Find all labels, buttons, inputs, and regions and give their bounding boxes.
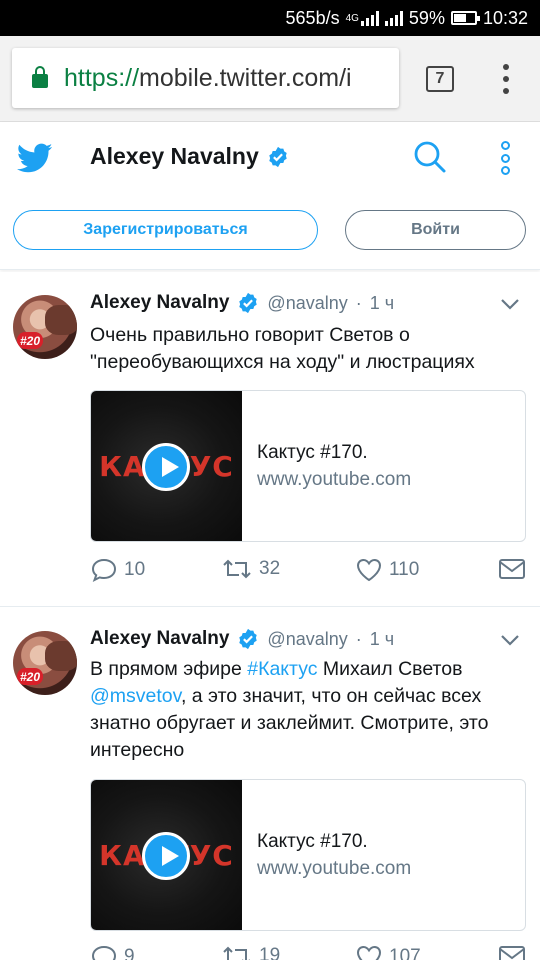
app-root: 565b/s 4G 59% 10:32 https:// mobile.twit…	[0, 0, 540, 960]
battery-percent: 59%	[408, 7, 445, 28]
tweet-actions: 9 19 107	[90, 944, 526, 960]
tweet-text: В прямом эфире #Кактус Михаил Светов @ms…	[90, 656, 520, 764]
battery-icon	[450, 11, 480, 25]
share-button[interactable]	[498, 944, 526, 960]
network-speed: 565b/s	[285, 7, 340, 28]
like-button[interactable]: 107	[355, 944, 421, 960]
signup-button[interactable]: Зарегистрироваться	[13, 210, 318, 250]
tweet-author[interactable]: Alexey Navalny	[90, 292, 229, 314]
reply-count: 9	[124, 946, 135, 960]
tab-switcher-button[interactable]: 7	[426, 66, 454, 92]
card-url: www.youtube.com	[257, 858, 412, 879]
clock: 10:32	[482, 7, 528, 28]
avatar-badge: #20	[17, 332, 43, 349]
tweet-header: Alexey Navalny @navalny · 1 ч	[90, 628, 394, 650]
share-mail-icon	[499, 559, 525, 579]
tweet-separator: ·	[355, 292, 362, 313]
search-icon[interactable]	[413, 140, 447, 174]
caret-down-icon[interactable]	[500, 633, 520, 647]
tweet-time[interactable]: 1 ч	[370, 293, 394, 314]
tweet-author[interactable]: Alexey Navalny	[90, 628, 229, 650]
hashtag-link[interactable]: #Кактус	[247, 658, 317, 680]
profile-name: Alexey Navalny	[90, 143, 259, 169]
tweet-handle[interactable]: @navalny	[267, 629, 347, 650]
tweet[interactable]: #20 Alexey Navalny @navalny · 1 ч В прям…	[0, 608, 540, 960]
tweet-handle[interactable]: @navalny	[267, 293, 347, 314]
like-icon	[356, 558, 382, 582]
network-type: 4G	[345, 12, 359, 24]
verified-badge-icon	[239, 292, 258, 314]
tweet-text-part: Михаил Светов	[317, 658, 463, 680]
twitter-bird-icon[interactable]	[17, 140, 53, 176]
verified-badge-icon	[269, 146, 287, 167]
card-url: www.youtube.com	[257, 469, 412, 490]
browser-toolbar: https:// mobile.twitter.com/i 7	[0, 36, 540, 122]
like-button[interactable]: 110	[355, 557, 419, 583]
retweet-icon	[223, 946, 250, 960]
reply-icon	[91, 558, 117, 583]
verified-badge-icon	[239, 628, 258, 650]
retweet-count: 32	[259, 558, 281, 579]
address-bar[interactable]: https:// mobile.twitter.com/i	[12, 48, 399, 108]
retweet-button[interactable]: 32	[221, 557, 280, 581]
status-bar: 565b/s 4G 59% 10:32	[0, 0, 540, 36]
like-count: 107	[389, 946, 421, 960]
url-scheme: https://	[64, 63, 140, 92]
link-card[interactable]: КАКТУС Кактус #170. www.youtube.com	[90, 390, 526, 542]
tweet[interactable]: #20 Alexey Navalny @navalny · 1 ч Очень …	[0, 272, 540, 607]
tweet-actions: 10 32 110	[90, 557, 526, 587]
play-icon[interactable]	[142, 832, 190, 880]
reply-icon	[91, 945, 117, 960]
mention-link[interactable]: @msvetov	[90, 685, 181, 707]
reply-count: 10	[124, 559, 146, 580]
retweet-count: 19	[259, 945, 281, 960]
tweet-time[interactable]: 1 ч	[370, 629, 394, 650]
play-icon[interactable]	[142, 443, 190, 491]
card-title: Кактус #170.	[257, 442, 368, 463]
browser-menu-button[interactable]	[496, 64, 516, 94]
avatar[interactable]: #20	[13, 295, 77, 359]
link-card[interactable]: КАКТУС Кактус #170. www.youtube.com	[90, 779, 526, 931]
share-button[interactable]	[498, 557, 526, 581]
reply-button[interactable]: 10	[90, 557, 145, 583]
twitter-header: Alexey Navalny Зарегистрироваться Войти	[0, 122, 540, 270]
url-text: mobile.twitter.com/i	[139, 63, 352, 92]
tweet-text-part: В прямом эфире	[90, 658, 248, 680]
tweet-header: Alexey Navalny @navalny · 1 ч	[90, 292, 394, 314]
more-icon[interactable]	[498, 141, 512, 175]
caret-down-icon[interactable]	[500, 297, 520, 311]
tweet-text: Очень правильно говорит Светов о "переоб…	[90, 324, 475, 373]
retweet-icon	[223, 559, 251, 579]
share-mail-icon	[499, 946, 525, 960]
lock-icon	[32, 66, 48, 88]
like-icon	[356, 945, 382, 960]
like-count: 110	[389, 559, 420, 580]
reply-button[interactable]: 9	[90, 944, 135, 960]
avatar-badge: #20	[17, 668, 43, 685]
signal-icon-2	[384, 10, 403, 26]
card-title: Кактус #170.	[257, 831, 368, 852]
card-thumbnail: КАКТУС	[91, 391, 242, 541]
tweet-separator: ·	[355, 628, 362, 649]
signal-icon	[360, 10, 379, 26]
retweet-button[interactable]: 19	[221, 944, 280, 960]
login-button[interactable]: Войти	[345, 210, 526, 250]
profile-title: Alexey Navalny	[90, 143, 289, 170]
card-thumbnail: КАКТУС	[91, 780, 242, 930]
avatar[interactable]: #20	[13, 631, 77, 695]
